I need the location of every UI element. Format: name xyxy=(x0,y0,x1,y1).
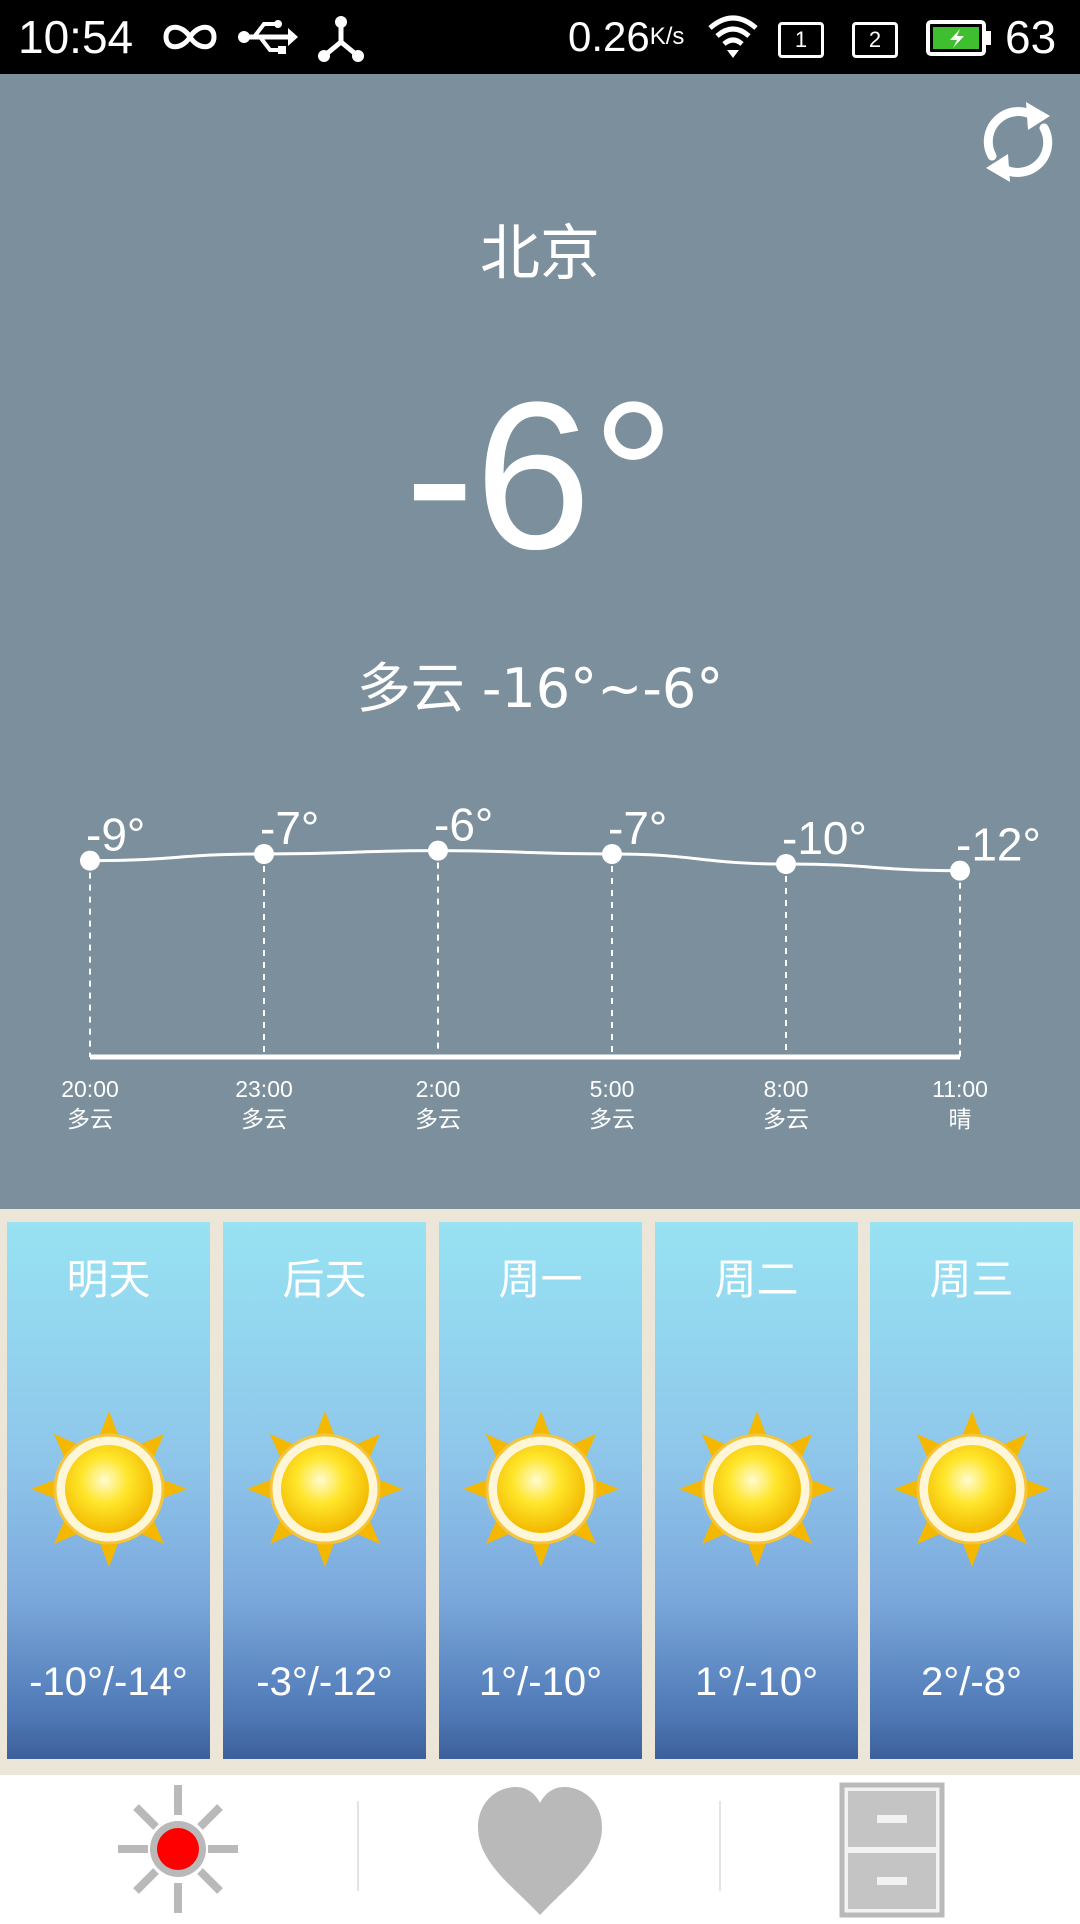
chart-condition-label: 多云 xyxy=(763,1107,809,1133)
weather-sun-icon xyxy=(118,1785,238,1913)
wifi-icon xyxy=(708,15,758,58)
chart-value-label: -9° xyxy=(86,809,145,861)
chart-condition-label: 多云 xyxy=(589,1107,635,1133)
chart-condition-label: 多云 xyxy=(241,1107,287,1133)
nav-divider xyxy=(357,1801,359,1891)
bottom-navigation xyxy=(0,1775,1080,1920)
forecast-day: 周一 xyxy=(498,1255,583,1304)
heart-icon xyxy=(478,1787,602,1915)
usb-icon xyxy=(238,20,298,54)
infinity-icon xyxy=(163,24,217,50)
forecast-card[interactable]: 周三 2°/-8° xyxy=(870,1222,1073,1759)
chart-time-label: 5:00 xyxy=(590,1076,635,1102)
sun-icon xyxy=(245,1409,405,1569)
clock: 10:54 xyxy=(18,11,134,63)
chart-value-label: -7° xyxy=(260,802,319,854)
sim-icon: 2 xyxy=(852,22,898,58)
forecast-temp: -10°/-14° xyxy=(29,1660,188,1704)
hourly-temperature-chart: -9° 20:00 多云 -7° 23:00 多云 -6° 2:00 多云 -7° 5:00 多云 -1… xyxy=(61,799,1041,1133)
forecast-day: 周三 xyxy=(929,1255,1014,1304)
forecast-card[interactable]: 后天 -3°/-12° xyxy=(223,1222,426,1759)
nav-weather[interactable] xyxy=(110,1775,240,1920)
chart-time-label: 11:00 xyxy=(932,1076,988,1102)
sun-icon xyxy=(461,1409,621,1569)
battery-icon xyxy=(926,20,991,56)
sun-icon xyxy=(892,1409,1052,1569)
forecast-temp: 2°/-8° xyxy=(921,1660,1022,1704)
forecast-temp: 1°/-10° xyxy=(694,1660,819,1704)
chart-condition-label: 多云 xyxy=(67,1107,113,1133)
sun-icon xyxy=(677,1409,837,1569)
chart-time-label: 23:00 xyxy=(235,1076,293,1102)
forecast-card[interactable]: 明天 -10°/-14° xyxy=(7,1222,210,1759)
chart-value-label: -12° xyxy=(956,819,1041,871)
chart-time-label: 20:00 xyxy=(61,1076,119,1102)
chart-time-label: 2:00 xyxy=(416,1076,461,1102)
forecast-temp: -3°/-12° xyxy=(256,1660,393,1704)
network-speed: 0.26K/s xyxy=(568,10,684,64)
forecast-card[interactable]: 周一 1°/-10° xyxy=(439,1222,642,1759)
forecast-temp: 1°/-10° xyxy=(478,1660,603,1704)
network-speed-value: 0.26 xyxy=(568,13,650,60)
status-bar: 10:54 0.26K/s 1 2 63 xyxy=(0,0,1080,74)
chart-value-label: -10° xyxy=(782,812,867,864)
network-speed-unit: K/s xyxy=(649,23,685,50)
current-weather-panel: 北京 -6° 多云 -16°~-6° -9° 20:00 多云 -7° 23:00 多云 -… xyxy=(0,74,1080,1209)
daily-forecast: 明天 -10°/-14° 后天 -3°/-12° 周一 1°/-10° 周二 1… xyxy=(0,1209,1080,1775)
chart-condition-label: 晴 xyxy=(949,1107,972,1133)
forecast-day: 后天 xyxy=(282,1255,367,1304)
forecast-day: 周二 xyxy=(714,1255,799,1304)
nav-divider xyxy=(719,1801,721,1891)
sim-icon: 1 xyxy=(778,22,824,58)
forecast-day: 明天 xyxy=(66,1255,151,1304)
forecast-card[interactable]: 周二 1°/-10° xyxy=(655,1222,858,1759)
cabinet-icon xyxy=(839,1782,945,1918)
sun-icon xyxy=(29,1409,189,1569)
chart-condition-label: 多云 xyxy=(415,1107,461,1133)
battery-level: 63 xyxy=(1005,11,1057,63)
chart-value-label: -6° xyxy=(434,799,493,851)
nav-archive[interactable] xyxy=(838,1775,948,1920)
chart-time-label: 8:00 xyxy=(764,1076,809,1102)
nav-favorites[interactable] xyxy=(474,1775,606,1920)
tethering-icon xyxy=(318,16,364,62)
chart-value-label: -7° xyxy=(608,802,667,854)
